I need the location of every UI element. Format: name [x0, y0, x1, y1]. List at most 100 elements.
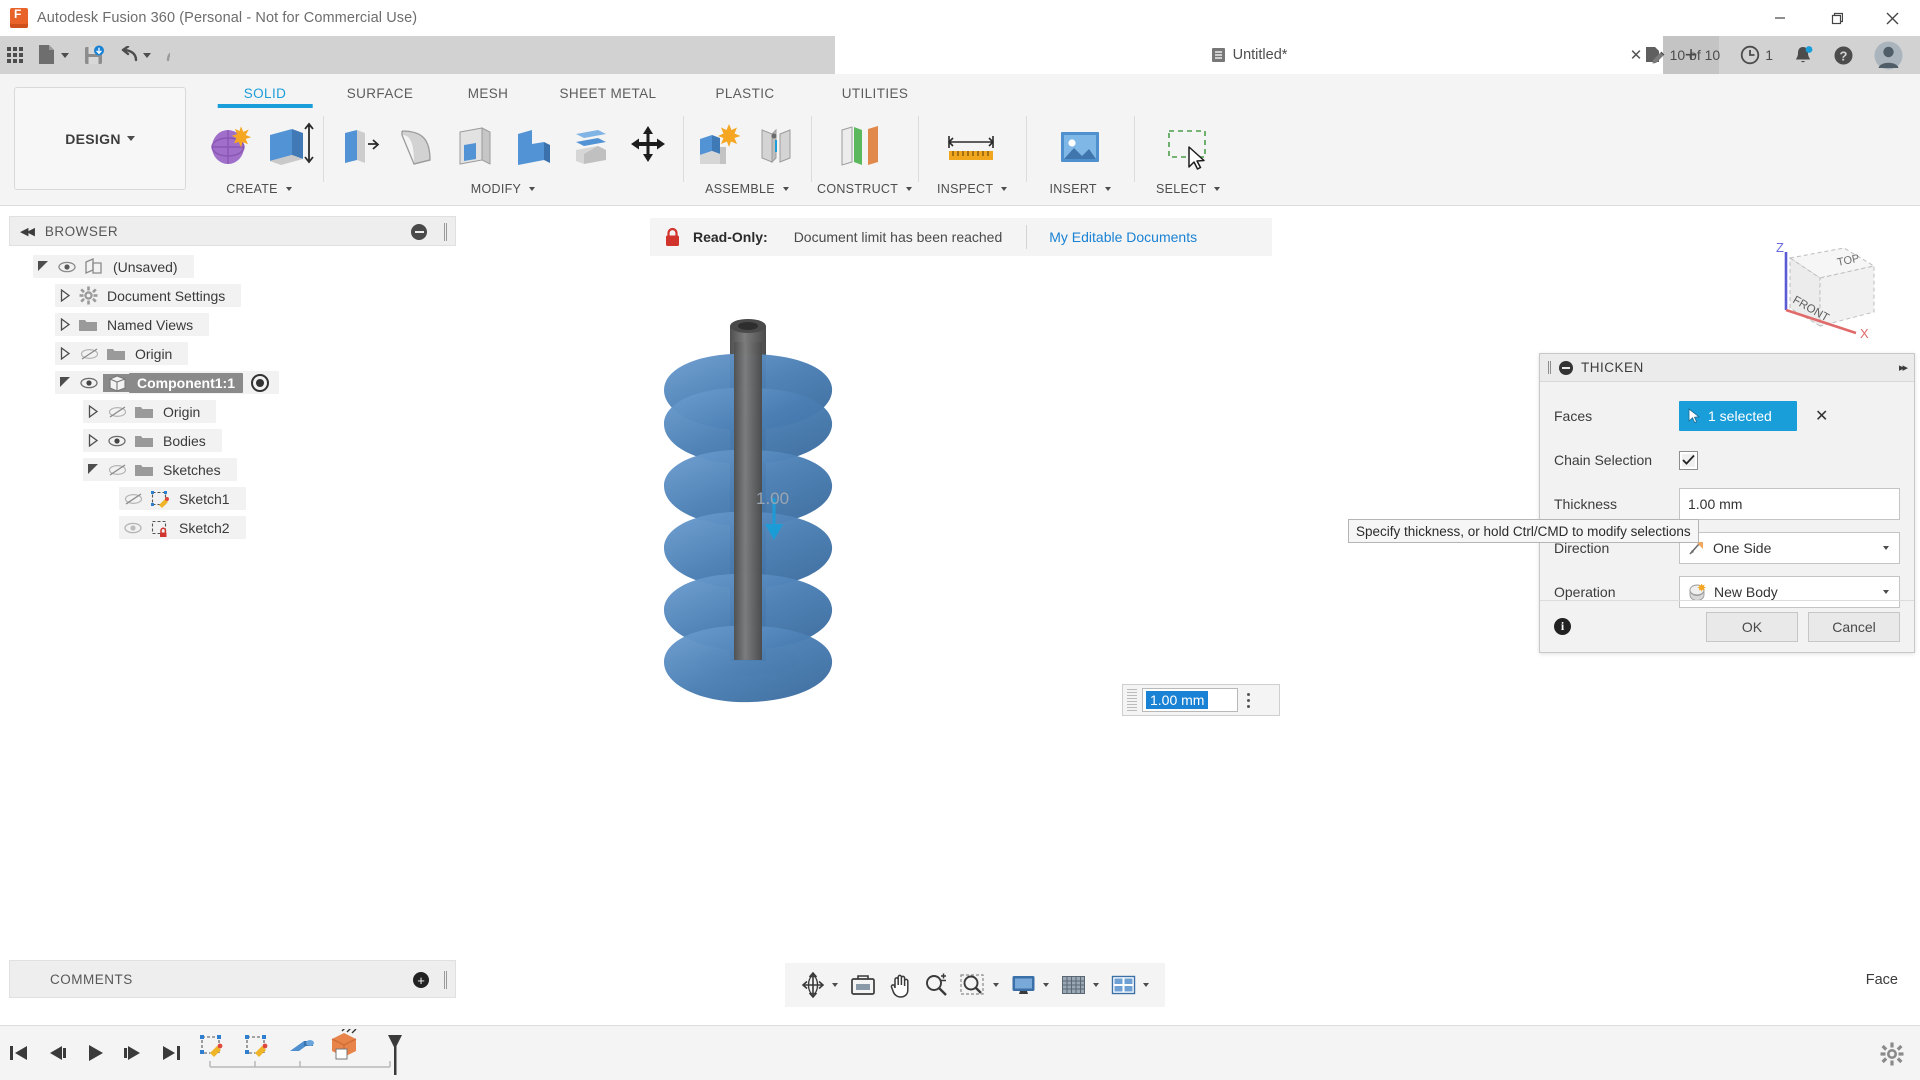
draft-button[interactable] [503, 114, 561, 176]
assemble-dropdown[interactable]: ASSEMBLE [689, 176, 805, 202]
tree-node-component1[interactable]: Component1:1 [9, 368, 456, 397]
grid-snaps-button[interactable] [1055, 963, 1105, 1007]
create-dropdown[interactable]: CREATE [201, 176, 317, 202]
comments-panel[interactable]: COMMENTS + [9, 960, 456, 998]
editable-documents-counter[interactable]: 10 of 10 [1635, 36, 1730, 74]
zoom-window-button[interactable] [954, 963, 1005, 1007]
tab-plastic[interactable]: PLASTIC [680, 74, 810, 101]
collapse-browser-icon[interactable]: ◀◀ [20, 225, 35, 238]
direction-dropdown[interactable]: One Side [1679, 532, 1900, 564]
inspect-dropdown[interactable]: INSPECT [924, 176, 1020, 202]
tab-solid[interactable]: SOLID [210, 74, 320, 101]
tab-sheet-metal[interactable]: SHEET METAL [536, 74, 680, 101]
look-at-button[interactable] [844, 963, 882, 1007]
visibility-hidden-icon[interactable] [103, 463, 131, 477]
twisty-right-icon[interactable] [55, 318, 75, 331]
move-copy-button[interactable] [619, 114, 677, 176]
twisty-down-icon[interactable] [83, 463, 103, 476]
extrude-button[interactable] [259, 114, 317, 176]
canvas-value-editor[interactable]: 1.00 mm [1122, 684, 1280, 716]
add-comment-button[interactable]: + [413, 972, 429, 988]
maximize-button[interactable] [1808, 0, 1864, 36]
timeline-play-button[interactable] [76, 1026, 114, 1080]
visibility-eye-icon[interactable] [103, 435, 131, 447]
tab-surface[interactable]: SURFACE [320, 74, 440, 101]
canvas-input-menu-button[interactable] [1247, 692, 1250, 708]
construct-dropdown[interactable]: CONSTRUCT [817, 176, 913, 202]
create-sketch-button[interactable] [201, 114, 259, 176]
tree-node-unsaved[interactable]: (Unsaved) [9, 252, 456, 281]
orbit-button[interactable] [795, 963, 844, 1007]
construct-plane-button[interactable] [817, 114, 907, 176]
visibility-hidden-icon[interactable] [103, 405, 131, 419]
visibility-eye-icon[interactable] [75, 377, 103, 389]
info-icon[interactable]: i [1554, 618, 1571, 635]
select-tool-button[interactable] [1140, 114, 1236, 176]
pan-button[interactable] [882, 963, 918, 1007]
notifications-button[interactable] [1784, 36, 1822, 74]
viewports-button[interactable] [1105, 963, 1155, 1007]
thicken-dialog[interactable]: THICKEN ▸▸ Faces 1 selected ✕ Chain Sele… [1539, 353, 1915, 653]
faces-selection-button[interactable]: 1 selected [1679, 401, 1797, 431]
tree-node-sketch2[interactable]: Sketch2 [9, 513, 456, 542]
collapse-icon[interactable] [1559, 360, 1573, 375]
timeline-settings-button[interactable] [1880, 1042, 1904, 1071]
select-dropdown[interactable]: SELECT [1140, 176, 1236, 202]
twisty-down-icon[interactable] [33, 260, 53, 273]
file-menu-button[interactable] [30, 36, 76, 74]
visibility-hidden-icon[interactable] [75, 347, 103, 361]
tree-node-bodies[interactable]: Bodies [9, 426, 456, 455]
drag-grip[interactable] [1127, 689, 1137, 711]
recent-activity-button[interactable]: 1 [1731, 36, 1782, 74]
tab-utilities[interactable]: UTILITIES [810, 74, 940, 101]
tree-node-origin[interactable]: Origin [9, 339, 456, 368]
undo-button[interactable] [111, 36, 158, 74]
insert-dropdown[interactable]: INSERT [1032, 176, 1128, 202]
expand-icon[interactable]: ▸▸ [1899, 361, 1908, 374]
twisty-right-icon[interactable] [83, 434, 103, 447]
selection-filter-status[interactable]: Face [1866, 972, 1898, 988]
shell-button[interactable] [445, 114, 503, 176]
browser-resize-grip[interactable] [444, 223, 447, 241]
new-component-button[interactable] [689, 114, 747, 176]
zoom-button[interactable] [918, 963, 954, 1007]
display-settings-button[interactable] [1005, 963, 1055, 1007]
timeline-step-back-button[interactable] [38, 1026, 76, 1080]
tree-node-document-settings[interactable]: Document Settings [9, 281, 456, 310]
show-data-panel-button[interactable] [0, 36, 30, 74]
split-body-button[interactable] [561, 114, 619, 176]
visibility-eye-icon[interactable] [53, 261, 81, 273]
clear-faces-selection-button[interactable]: ✕ [1815, 406, 1828, 426]
timeline-go-to-beginning-button[interactable] [0, 1026, 38, 1080]
timeline-go-to-end-button[interactable] [152, 1026, 190, 1080]
ok-button[interactable]: OK [1706, 611, 1798, 642]
chain-selection-checkbox[interactable] [1679, 450, 1698, 470]
tree-node-component-origin[interactable]: Origin [9, 397, 456, 426]
twisty-right-icon[interactable] [55, 347, 75, 360]
dialog-drag-grip[interactable] [1548, 361, 1551, 374]
visibility-hidden-icon[interactable] [119, 492, 147, 506]
avatar[interactable] [1865, 36, 1912, 74]
document-tab[interactable]: Untitled* ✕ [835, 36, 1663, 74]
thickness-canvas-input[interactable]: 1.00 mm [1142, 688, 1238, 712]
my-editable-documents-link[interactable]: My Editable Documents [1049, 229, 1197, 245]
comments-resize-grip[interactable] [444, 971, 447, 989]
help-button[interactable]: ? [1824, 36, 1863, 74]
twisty-right-icon[interactable] [55, 289, 75, 302]
twisty-down-icon[interactable] [55, 376, 75, 389]
insert-canvas-button[interactable] [1032, 114, 1128, 176]
measure-button[interactable] [924, 114, 1020, 176]
thickness-input[interactable]: 1.00 mm [1679, 488, 1900, 520]
joint-button[interactable] [747, 114, 805, 176]
tree-node-sketches[interactable]: Sketches [9, 455, 456, 484]
minimize-button[interactable] [1752, 0, 1808, 36]
cancel-button[interactable]: Cancel [1808, 611, 1900, 642]
timeline-step-forward-button[interactable] [114, 1026, 152, 1080]
tab-mesh[interactable]: MESH [440, 74, 536, 101]
workspace-selector[interactable]: DESIGN [14, 87, 186, 190]
press-pull-button[interactable] [329, 114, 387, 176]
modify-dropdown[interactable]: MODIFY [329, 176, 677, 202]
activate-component-radio[interactable] [251, 373, 269, 392]
fillet-button[interactable] [387, 114, 445, 176]
visibility-eye-icon[interactable] [119, 522, 147, 534]
